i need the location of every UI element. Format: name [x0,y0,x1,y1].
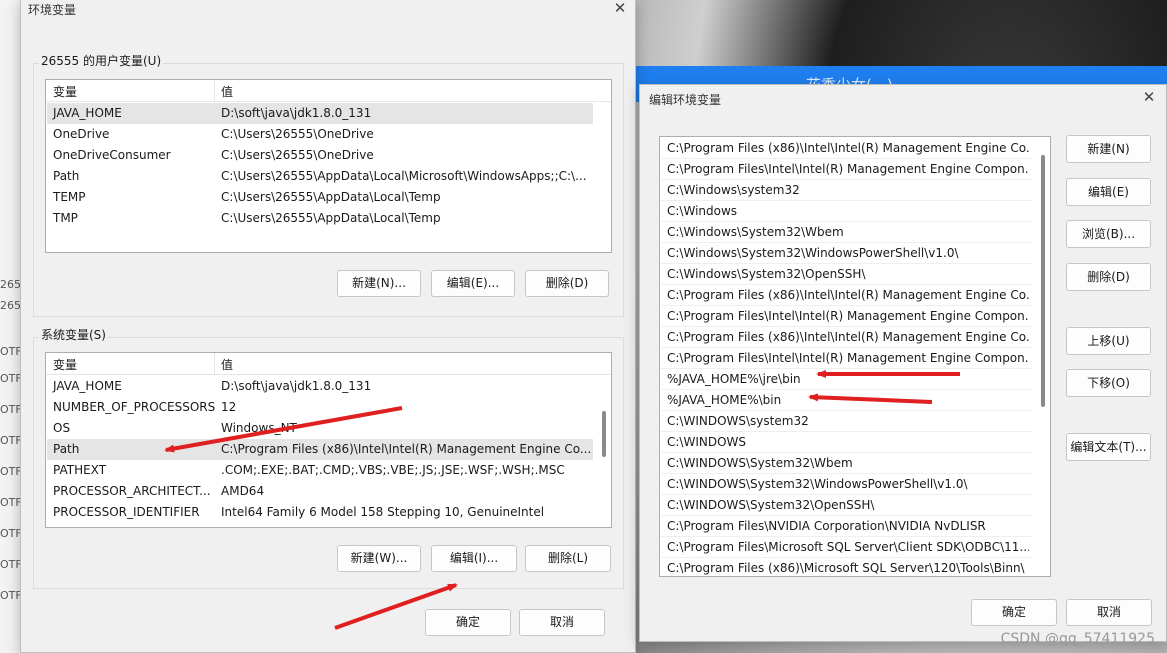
annotation-arrows [164,370,960,630]
annotation-arrow [334,583,458,630]
watermark: CSDN @qq_57411925 [1000,631,1155,647]
annotation-arrow [164,406,403,453]
annotation-arrow [808,393,933,404]
